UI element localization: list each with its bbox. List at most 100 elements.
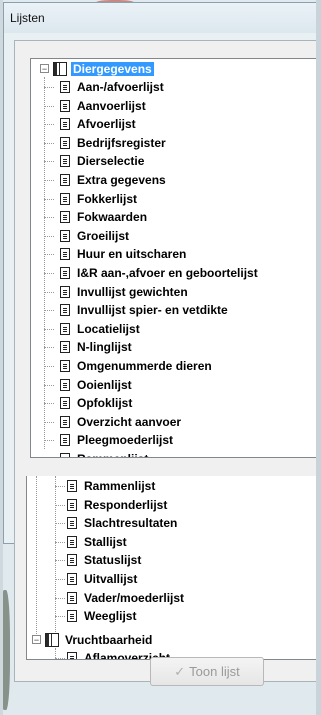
tree-item-label: Groeilijst xyxy=(77,228,130,243)
tree-item[interactable]: Ooienlijst xyxy=(60,376,134,394)
window-titlebar[interactable]: Lijsten xyxy=(4,3,321,33)
tree-item[interactable]: Groeilijst xyxy=(60,227,131,245)
document-icon xyxy=(67,554,77,567)
collapse-icon[interactable]: − xyxy=(32,635,41,645)
document-icon xyxy=(67,480,77,492)
tree-connector xyxy=(44,254,54,256)
tree-item[interactable]: Invullijst spier- en vetdikte xyxy=(60,301,230,319)
tree-item[interactable]: Opfoklijst xyxy=(60,394,134,412)
tree-item[interactable]: Weeglijst xyxy=(67,607,138,625)
tree-item[interactable]: Omgenummerde dieren xyxy=(60,357,214,375)
tree-item[interactable]: Overzicht aanvoer xyxy=(60,413,183,431)
tree-item[interactable]: Locatielijst xyxy=(60,320,142,338)
tree-item-label: Weeglijst xyxy=(84,609,137,624)
tree-item-label: N-linglijst xyxy=(77,340,132,355)
tree-item-label: Aan-/afvoerlijst xyxy=(77,80,164,94)
document-icon xyxy=(60,285,70,298)
tree-connector xyxy=(44,366,54,367)
tree-connector xyxy=(55,541,65,543)
checkmark-icon: ✓ xyxy=(174,664,186,679)
tree-item[interactable]: Uitvallijst xyxy=(67,570,139,588)
tree-item[interactable]: Responderlijst xyxy=(67,496,169,514)
tree-item[interactable]: Aan-/afvoerlijst xyxy=(60,78,166,96)
document-icon xyxy=(60,136,70,149)
tree-item-label: Vader/moederlijst xyxy=(84,590,185,605)
document-icon xyxy=(67,573,77,585)
tree-item[interactable]: Pleegmoederlijst xyxy=(60,431,175,449)
tree-connector xyxy=(44,161,54,163)
tree-connector xyxy=(55,616,65,618)
tree-connector xyxy=(55,504,65,506)
tree-connector xyxy=(55,658,65,659)
document-icon xyxy=(67,591,77,604)
tree-item[interactable]: Invullijst gewichten xyxy=(60,283,190,301)
document-icon xyxy=(60,174,70,186)
tree-connector xyxy=(44,421,54,423)
tree-connector xyxy=(55,523,65,525)
tree-item[interactable]: Stallijst xyxy=(67,533,129,551)
document-icon xyxy=(60,304,70,317)
document-icon xyxy=(60,453,70,457)
tree-item-label: Bedrijfsregister xyxy=(77,135,166,150)
tree-item[interactable]: N-linglijst xyxy=(60,338,134,356)
tree-item[interactable]: Slachtresultaten xyxy=(67,514,179,532)
tree-item[interactable]: I&R aan-,afvoer en geboortelijst xyxy=(60,264,260,282)
document-icon xyxy=(60,248,70,261)
tree-connector xyxy=(44,235,54,237)
tree-item-label: Slachtresultaten xyxy=(84,516,178,531)
tree-item-label: Opfoklijst xyxy=(77,396,133,411)
tree-item[interactable]: Fokwaarden xyxy=(60,208,149,226)
document-icon xyxy=(60,118,70,131)
tree-item[interactable]: Aanvoerlijst xyxy=(60,97,148,115)
tree-connector xyxy=(44,310,54,312)
show-list-button[interactable]: ✓ Toon lijst xyxy=(150,657,264,686)
tree-item-label: Pleegmoederlijst xyxy=(77,433,174,448)
collapse-icon[interactable]: − xyxy=(40,64,49,74)
tree-item-label: Invullijst gewichten xyxy=(77,284,188,299)
tree-item[interactable]: Bedrijfsregister xyxy=(60,134,168,152)
tree-item-label: Rammenlijst xyxy=(84,479,156,493)
tree-connector xyxy=(44,87,54,88)
book-icon xyxy=(45,633,59,647)
document-icon xyxy=(60,322,70,335)
tree-item[interactable]: Fokkerlijst xyxy=(60,190,139,208)
tree-item-label: I&R aan-,afvoer en geboortelijst xyxy=(77,266,258,280)
tree-item-label: Fokkerlijst xyxy=(77,191,138,206)
tree-connector xyxy=(55,476,56,638)
tree-item[interactable]: Dierselectie xyxy=(60,152,146,170)
document-icon xyxy=(60,267,70,279)
document-icon xyxy=(60,341,70,354)
document-icon xyxy=(67,535,77,548)
tree-item[interactable]: Statuslijst xyxy=(67,551,143,569)
tree-connector xyxy=(44,217,54,219)
document-icon xyxy=(60,415,70,428)
report-tree-upper[interactable]: − Diergegevens Aan-/afvoerlijst Aanvoerli… xyxy=(30,58,321,458)
tree-item[interactable]: Afvoerlijst xyxy=(60,115,138,133)
tree-connector xyxy=(55,560,65,562)
tree-item-label: Invullijst spier- en vetdikte xyxy=(77,303,228,318)
tree-item[interactable]: Extra gegevens xyxy=(60,171,168,189)
document-icon xyxy=(60,378,70,391)
document-icon xyxy=(67,517,77,530)
document-icon xyxy=(60,229,70,242)
tree-item[interactable]: Huur en uitscharen xyxy=(60,245,188,263)
tree-item-label: Extra gegevens xyxy=(77,173,166,187)
tree-root-diergegevens[interactable]: Diergegevens xyxy=(53,60,154,78)
tree-item-label: Overzicht aanvoer xyxy=(77,414,182,429)
tree-group-vruchtbaarheid[interactable]: Vruchtbaarheid xyxy=(45,631,154,649)
tree-connector xyxy=(44,198,54,200)
tree-item-label: Uitvallijst xyxy=(84,572,138,586)
tree-connector xyxy=(44,180,54,181)
document-icon xyxy=(60,397,70,410)
tree-item[interactable]: Vader/moederlijst xyxy=(67,589,186,607)
tree-item[interactable]: Rammenlijst xyxy=(60,450,150,457)
tree-item-label: Fokwaarden xyxy=(77,210,148,225)
document-icon xyxy=(60,360,70,372)
tree-item[interactable]: Rammenlijst xyxy=(67,477,157,495)
tree-item-label: Locatielijst xyxy=(77,321,140,336)
tree-connector xyxy=(44,347,54,349)
report-tree-lower[interactable]: Rammenlijst Responderlijst Slachtresultate… xyxy=(26,476,321,660)
document-icon xyxy=(60,81,70,93)
tree-connector xyxy=(55,486,65,487)
window-title: Lijsten xyxy=(10,11,45,25)
